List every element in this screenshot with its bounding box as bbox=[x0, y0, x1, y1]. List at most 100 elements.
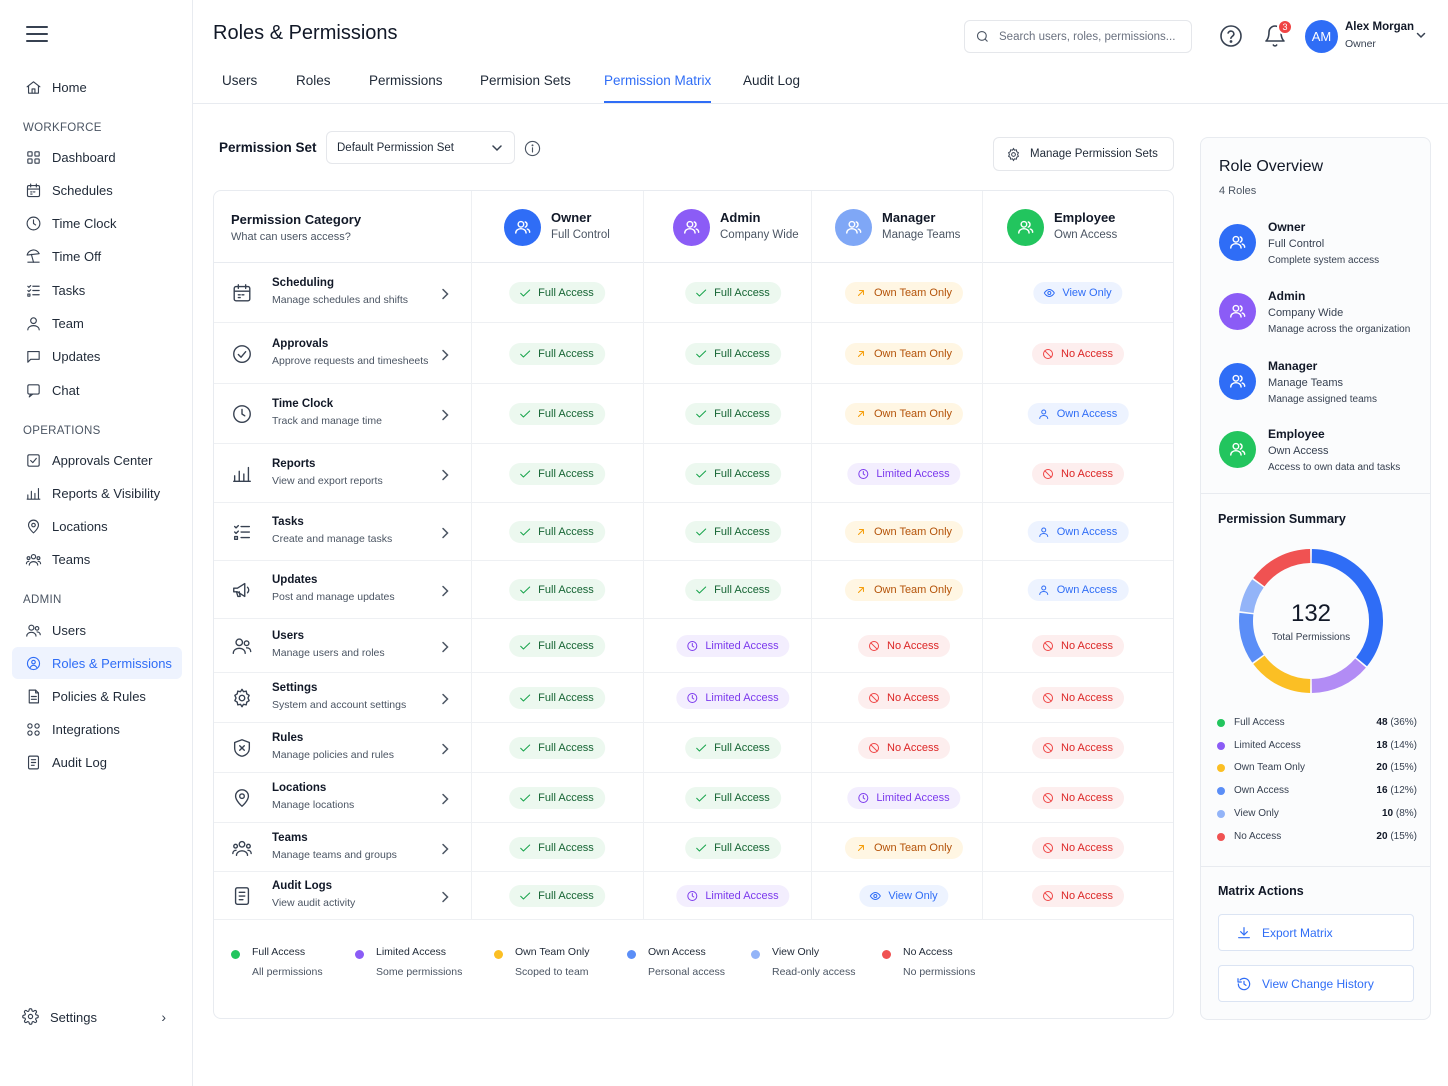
permission-badge[interactable]: Limited Access bbox=[847, 463, 961, 485]
permission-badge[interactable]: No Access bbox=[1032, 885, 1124, 907]
permission-badge[interactable]: Full Access bbox=[509, 463, 605, 485]
sidebar-item-audit-log[interactable]: Audit Log bbox=[12, 747, 182, 779]
permission-badge[interactable]: Full Access bbox=[685, 343, 781, 365]
chevron-right-icon[interactable] bbox=[441, 640, 449, 653]
tab-users[interactable]: Users bbox=[222, 73, 257, 103]
chevron-right-icon[interactable] bbox=[441, 526, 449, 539]
permission-badge[interactable]: Own Team Only bbox=[844, 282, 964, 304]
sidebar-item-dashboard[interactable]: Dashboard bbox=[12, 141, 182, 173]
tab-permission-sets[interactable]: Permision Sets bbox=[480, 73, 571, 103]
permission-badge[interactable]: No Access bbox=[1032, 687, 1124, 709]
permission-badge[interactable]: View Only bbox=[859, 885, 949, 907]
sidebar-item-teams[interactable]: Teams bbox=[12, 543, 182, 575]
permission-badge[interactable]: No Access bbox=[1032, 343, 1124, 365]
permission-badge[interactable]: Limited Access bbox=[676, 885, 790, 907]
menu-icon[interactable] bbox=[26, 26, 48, 44]
permission-badge[interactable]: No Access bbox=[858, 737, 950, 759]
chevron-right-icon[interactable] bbox=[441, 408, 449, 421]
sidebar-item-time-off[interactable]: Time Off bbox=[12, 241, 182, 273]
sidebar-item-roles-permissions[interactable]: Roles & Permissions bbox=[12, 647, 182, 680]
search-input[interactable] bbox=[999, 30, 1184, 43]
permission-badge[interactable]: No Access bbox=[858, 635, 950, 657]
permission-badge[interactable]: Limited Access bbox=[676, 635, 790, 657]
permission-badge[interactable]: Full Access bbox=[685, 463, 781, 485]
permission-badge[interactable]: No Access bbox=[1032, 837, 1124, 859]
permission-badge[interactable]: Own Team Only bbox=[844, 403, 964, 425]
permission-badge[interactable]: Own Access bbox=[1027, 579, 1129, 601]
permission-badge[interactable]: Full Access bbox=[509, 787, 605, 809]
sidebar-item-tasks[interactable]: Tasks bbox=[12, 274, 182, 306]
permission-badge[interactable]: Full Access bbox=[685, 787, 781, 809]
sidebar-item-home[interactable]: Home bbox=[12, 71, 182, 103]
permission-badge[interactable]: Own Team Only bbox=[844, 579, 964, 601]
tab-permission-matrix[interactable]: Permission Matrix bbox=[604, 73, 712, 103]
sidebar-item-locations[interactable]: Locations bbox=[12, 510, 182, 542]
tab-audit-log[interactable]: Audit Log bbox=[743, 73, 800, 103]
permission-badge[interactable]: Full Access bbox=[509, 343, 605, 365]
sidebar-item-chat[interactable]: Chat bbox=[12, 374, 182, 406]
permission-badge[interactable]: Full Access bbox=[685, 837, 781, 859]
table-row: Users Manage users and roles Full Access Li… bbox=[214, 619, 1173, 673]
sidebar-item-approvals-center[interactable]: Approvals Center bbox=[12, 444, 182, 476]
permission-badge[interactable]: No Access bbox=[1032, 635, 1124, 657]
view-change-history-button[interactable]: View Change History bbox=[1218, 965, 1414, 1002]
permission-badge[interactable]: No Access bbox=[1032, 787, 1124, 809]
sidebar-item-settings[interactable]: Settings › bbox=[12, 1001, 182, 1033]
permission-badge[interactable]: Full Access bbox=[685, 521, 781, 543]
chevron-right-icon[interactable] bbox=[441, 692, 449, 705]
permission-badge[interactable]: Full Access bbox=[685, 737, 781, 759]
permission-badge[interactable]: Full Access bbox=[509, 837, 605, 859]
tab-permissions[interactable]: Permissions bbox=[369, 73, 443, 103]
manage-permission-sets-button[interactable]: Manage Permission Sets bbox=[993, 137, 1174, 171]
sidebar-item-schedules[interactable]: Schedules bbox=[12, 174, 182, 206]
sidebar-item-users[interactable]: Users bbox=[12, 614, 182, 646]
permission-badge[interactable]: Full Access bbox=[509, 403, 605, 425]
avatar[interactable]: AM bbox=[1305, 20, 1338, 53]
help-icon[interactable] bbox=[1219, 24, 1243, 48]
permission-badge[interactable]: Full Access bbox=[509, 521, 605, 543]
permission-badge[interactable]: Own Team Only bbox=[844, 837, 964, 859]
permission-badge[interactable]: Full Access bbox=[509, 282, 605, 304]
permission-badge[interactable]: Full Access bbox=[509, 687, 605, 709]
chevron-right-icon[interactable] bbox=[441, 287, 449, 300]
permission-badge[interactable]: Full Access bbox=[509, 885, 605, 907]
permission-badge[interactable]: No Access bbox=[1032, 463, 1124, 485]
chevron-right-icon[interactable] bbox=[441, 792, 449, 805]
sidebar-item-integrations[interactable]: Integrations bbox=[12, 714, 182, 746]
export-matrix-button[interactable]: Export Matrix bbox=[1218, 914, 1414, 951]
sidebar-item-team[interactable]: Team bbox=[12, 308, 182, 340]
chevron-down-icon[interactable] bbox=[1416, 30, 1426, 40]
chevron-right-icon[interactable] bbox=[441, 584, 449, 597]
sidebar-item-time-clock[interactable]: Time Clock bbox=[12, 208, 182, 240]
permission-badge[interactable]: Own Access bbox=[1027, 521, 1129, 543]
permission-badge[interactable]: Full Access bbox=[685, 403, 781, 425]
permission-badge[interactable]: Full Access bbox=[509, 635, 605, 657]
permission-set-select[interactable]: Default Permission Set bbox=[326, 131, 515, 164]
permission-badge[interactable]: Full Access bbox=[685, 282, 781, 304]
sidebar-item-reports-visibility[interactable]: Reports & Visibility bbox=[12, 477, 182, 509]
chevron-right-icon[interactable] bbox=[441, 890, 449, 903]
permission-badge[interactable]: Own Team Only bbox=[844, 343, 964, 365]
permission-badge[interactable]: No Access bbox=[858, 687, 950, 709]
sidebar-item-policies-rules[interactable]: Policies & Rules bbox=[12, 680, 182, 712]
chevron-right-icon[interactable] bbox=[441, 742, 449, 755]
permission-badge[interactable]: View Only bbox=[1033, 282, 1123, 304]
permission-badge[interactable]: Limited Access bbox=[847, 787, 961, 809]
permission-badge[interactable]: Own Team Only bbox=[844, 521, 964, 543]
permission-badge[interactable]: Full Access bbox=[509, 737, 605, 759]
summary-row: Full Access 48 (36%) bbox=[1217, 716, 1417, 732]
permission-badge[interactable]: Full Access bbox=[685, 579, 781, 601]
check-icon bbox=[695, 468, 714, 480]
permission-badge[interactable]: Own Access bbox=[1027, 403, 1129, 425]
search-box[interactable] bbox=[964, 20, 1192, 53]
info-icon[interactable] bbox=[524, 140, 541, 157]
permission-badge[interactable]: Full Access bbox=[509, 579, 605, 601]
sidebar-item-updates[interactable]: Updates bbox=[12, 341, 182, 373]
role-sub: Full Control bbox=[551, 228, 610, 241]
permission-badge[interactable]: No Access bbox=[1032, 737, 1124, 759]
chevron-right-icon[interactable] bbox=[441, 348, 449, 361]
chevron-right-icon[interactable] bbox=[441, 842, 449, 855]
permission-badge[interactable]: Limited Access bbox=[676, 687, 790, 709]
tab-roles[interactable]: Roles bbox=[296, 73, 331, 103]
chevron-right-icon[interactable] bbox=[441, 468, 449, 481]
